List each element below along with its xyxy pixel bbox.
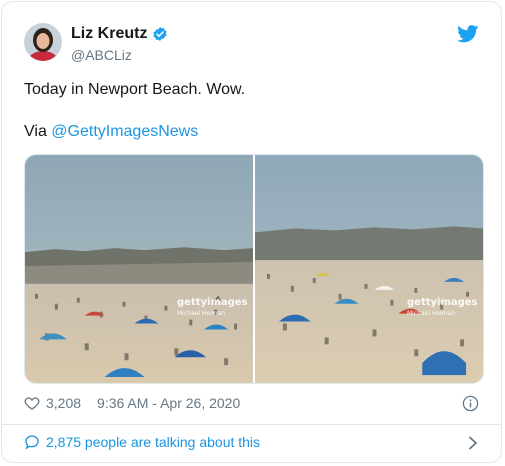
author-handle[interactable]: @ABCLiz xyxy=(71,47,132,63)
verified-badge-icon xyxy=(153,27,168,41)
tweet-card[interactable]: Liz Kreutz @ABCLiz Today in Newport Beac… xyxy=(1,1,502,463)
author-name[interactable]: Liz Kreutz xyxy=(71,25,147,43)
watermark-logo: gettyimages xyxy=(177,297,248,308)
like-count[interactable]: 3,208 xyxy=(46,395,81,411)
conversation-text[interactable]: 2,875 people are talking about this xyxy=(46,434,260,450)
via-prefix: Via xyxy=(24,123,52,140)
speech-bubble-icon xyxy=(25,435,39,450)
photo-credit: Michael Heiman xyxy=(407,310,456,317)
photo-credit: Michael Heiman xyxy=(177,310,226,317)
avatar[interactable] xyxy=(24,23,62,61)
mention-link[interactable]: @GettyImagesNews xyxy=(51,123,198,140)
tweet-meta: 3,208 9:36 AM - Apr 26, 2020 xyxy=(24,395,240,411)
tweet-text: Today in Newport Beach. Wow. Via @GettyI… xyxy=(24,79,245,142)
author-name-row[interactable]: Liz Kreutz xyxy=(71,25,168,43)
divider xyxy=(2,424,501,425)
photo-watermark: gettyimages Michael Heiman xyxy=(177,297,248,319)
conversation-link[interactable]: 2,875 people are talking about this xyxy=(24,434,260,450)
heart-icon[interactable] xyxy=(24,395,40,411)
info-icon[interactable] xyxy=(462,395,479,412)
media-grid[interactable]: gettyimages Michael Heiman gettyimages M… xyxy=(24,154,484,384)
tweet-via-line: Via @GettyImagesNews xyxy=(24,121,245,142)
beach-photo-left[interactable]: gettyimages Michael Heiman xyxy=(25,155,253,383)
photo-watermark: gettyimages Michael Heiman xyxy=(407,297,478,319)
chevron-right-icon[interactable] xyxy=(467,436,479,450)
watermark-logo: gettyimages xyxy=(407,297,478,308)
beach-photo-right[interactable]: gettyimages Michael Heiman xyxy=(255,155,483,383)
timestamp[interactable]: 9:36 AM - Apr 26, 2020 xyxy=(97,395,240,411)
tweet-line: Today in Newport Beach. Wow. xyxy=(24,81,246,98)
twitter-logo-icon[interactable] xyxy=(457,25,479,43)
